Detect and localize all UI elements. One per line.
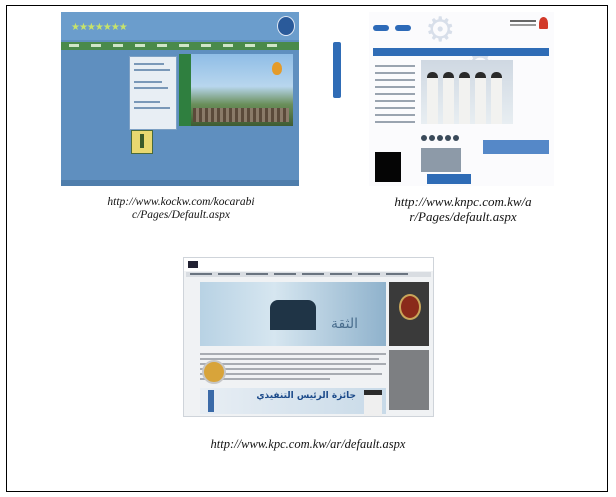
koc-oil-rig-badge bbox=[131, 130, 153, 154]
kpc-banner: الثقة bbox=[200, 282, 386, 346]
kpc-nav-bar bbox=[186, 272, 431, 277]
knpc-blue-box bbox=[427, 174, 471, 184]
hot-air-balloon-icon bbox=[272, 62, 282, 75]
koc-website-screenshot: ★★★★★★★ bbox=[61, 12, 299, 186]
kpc-text-column bbox=[200, 350, 386, 384]
caption-line: r/Pages/default.aspx bbox=[409, 208, 517, 224]
kpc-side-box bbox=[389, 350, 429, 410]
knpc-logo-icon bbox=[508, 17, 548, 33]
knpc-media-thumb bbox=[421, 148, 461, 172]
knpc-vertical-tab bbox=[333, 42, 341, 98]
koc-hero-photo bbox=[179, 54, 293, 126]
knpc-video-box bbox=[375, 152, 401, 182]
gear-decoration-icon: ⚙ bbox=[425, 12, 456, 50]
stars-decoration-icon: ★★★★★★★ bbox=[71, 22, 128, 33]
knpc-slide-dots bbox=[421, 128, 461, 146]
koc-url-caption: http://www.kockw.com/kocarabi c/Pages/De… bbox=[66, 196, 296, 222]
kpc-award-ad: جائزة الرئيس التنفيذي bbox=[200, 388, 386, 416]
caption-line: http://www.kockw.com/kocarabi bbox=[107, 196, 255, 208]
caption-line: http://www.knpc.com.kw/a bbox=[394, 194, 532, 209]
kpc-website-screenshot: الثقة جائزة الرئيس التنفيذي bbox=[183, 257, 434, 417]
knpc-hero-photo bbox=[421, 60, 513, 124]
caption-line: c/Pages/Default.aspx bbox=[131, 209, 231, 222]
kpc-banner-word: الثقة bbox=[331, 316, 358, 332]
kpc-logo-icon bbox=[389, 282, 429, 346]
knpc-menu-bar bbox=[373, 48, 549, 56]
kpc-ad-word: جائزة الرئيس التنفيذي bbox=[256, 391, 356, 401]
caption-line: http://www.kpc.com.kw/ar/default.aspx bbox=[210, 437, 406, 451]
knpc-url-caption: http://www.knpc.com.kw/a r/Pages/default… bbox=[358, 194, 568, 225]
knpc-top-tabs bbox=[373, 18, 417, 36]
kpc-header bbox=[184, 258, 433, 271]
knpc-website-screenshot: ⚙ ⚙ bbox=[369, 12, 554, 186]
kpc-seal-icon bbox=[202, 360, 226, 384]
kpc-url-caption: http://www.kpc.com.kw/ar/default.aspx bbox=[160, 437, 456, 451]
handshake-image bbox=[270, 300, 316, 330]
koc-footer bbox=[61, 180, 299, 186]
koc-nav-bar bbox=[61, 42, 299, 50]
knpc-news-box bbox=[483, 140, 549, 154]
koc-logo-icon bbox=[277, 16, 295, 36]
trophy-icon bbox=[208, 390, 214, 412]
koc-news-panel bbox=[129, 56, 177, 130]
kpc-portrait bbox=[364, 390, 382, 416]
